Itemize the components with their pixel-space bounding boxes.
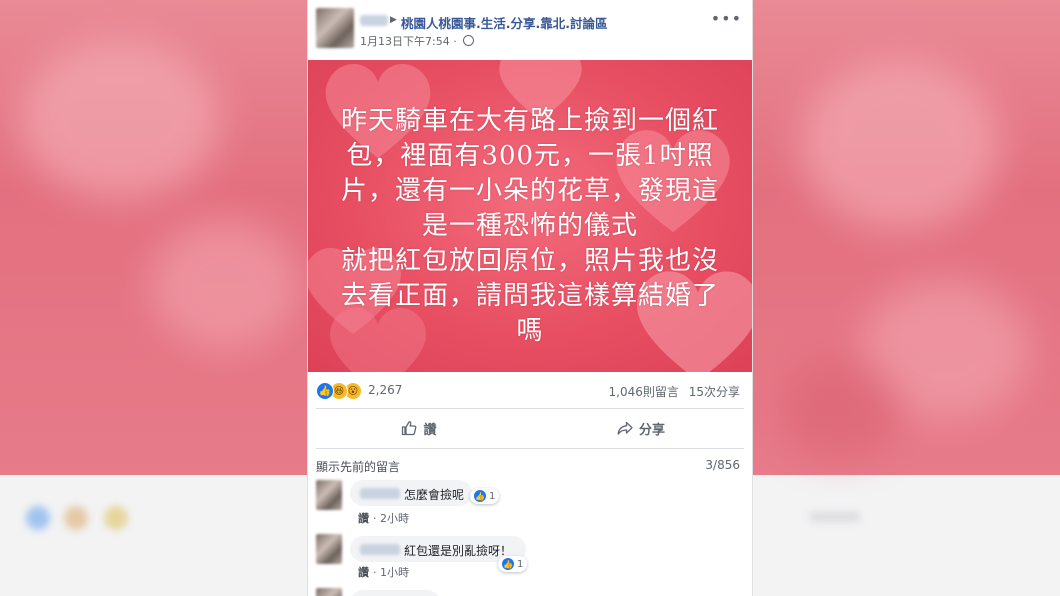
author-name-blurred[interactable] xyxy=(360,15,388,26)
blurred-reaction-icon xyxy=(26,506,50,530)
caret-right-icon: ▶ xyxy=(390,15,397,25)
post-header: ▶ 桃園人桃園事.生活.分享.靠北.討論區 1月13日下午7:54 · ••• xyxy=(308,0,752,56)
like-button[interactable]: 讚 xyxy=(308,410,530,446)
action-bar: 讚 分享 xyxy=(308,410,752,446)
like-reaction-icon[interactable]: 👍 xyxy=(316,382,334,400)
comment-reaction-badge[interactable]: 👍 1 xyxy=(498,556,528,572)
blurred-reaction-icon xyxy=(104,506,128,530)
commenter-avatar[interactable] xyxy=(316,534,342,564)
reactions-row: 👍 😆 😮 2,267 1,046則留言 15次分享 xyxy=(308,378,752,406)
show-previous-comments-link[interactable]: 顯示先前的留言 xyxy=(316,458,400,475)
comment-reaction-count: 1 xyxy=(517,558,524,570)
like-reaction-icon: 👍 xyxy=(474,490,486,502)
comment-item: 怎麼會撿呢 👍 1 讚 · 2小時 xyxy=(308,478,752,528)
comments-count[interactable]: 1,046則留言 xyxy=(609,385,679,399)
share-button-label: 分享 xyxy=(638,422,665,438)
commenter-name-blurred[interactable] xyxy=(360,488,400,499)
comment-item: 紅包還是別亂撿呀！ 👍 1 讚 · 1小時 xyxy=(308,532,752,582)
reactions-count[interactable]: 2,267 xyxy=(368,383,402,397)
comment-reaction-badge[interactable]: 👍 1 xyxy=(470,488,500,504)
comment-bubble: 怎麼會撿呢 xyxy=(350,480,472,506)
comment-like-link[interactable]: 讚 xyxy=(358,566,369,579)
comment-meta: 讚 · 2小時 xyxy=(358,512,409,525)
commenter-avatar[interactable] xyxy=(316,588,342,596)
group-name-link[interactable]: 桃園人桃園事.生活.分享.靠北.討論區 xyxy=(401,13,608,32)
like-reaction-icon: 👍 xyxy=(502,558,514,570)
comment-time[interactable]: 2小時 xyxy=(380,512,409,525)
comment-time[interactable]: 1小時 xyxy=(380,566,409,579)
comment-text: 紅包還是別亂撿呀！ xyxy=(404,544,513,558)
comment-like-link[interactable]: 讚 xyxy=(358,512,369,525)
comment-meta: 讚 · 1小時 xyxy=(358,566,409,579)
commenter-avatar[interactable] xyxy=(316,480,342,510)
divider xyxy=(316,408,744,409)
divider xyxy=(316,448,744,449)
comment-reaction-count: 1 xyxy=(489,490,496,502)
post-image-text: 昨天騎車在大有路上撿到一個紅 包，裡面有300元，一張1吋照 片，還有一小朵的花… xyxy=(340,106,719,346)
blurred-text xyxy=(810,512,860,522)
author-avatar[interactable] xyxy=(316,8,354,48)
comments-counter: 3/856 xyxy=(705,458,740,472)
blurred-heart-shape xyxy=(780,360,900,460)
more-options-icon[interactable]: ••• xyxy=(711,9,742,28)
blurred-heart-shape xyxy=(800,60,1000,230)
blurred-heart-shape xyxy=(150,220,300,350)
post-image[interactable]: 昨天騎車在大有路上撿到一個紅 包，裡面有300元，一張1吋照 片，還有一小朵的花… xyxy=(308,60,752,372)
comments-shares-summary: 1,046則留言 15次分享 xyxy=(609,383,740,400)
commenter-name-blurred[interactable] xyxy=(360,544,400,555)
post-timestamp[interactable]: 1月13日下午7:54 xyxy=(360,35,450,48)
separator-dot: · xyxy=(453,35,457,48)
shares-count[interactable]: 15次分享 xyxy=(689,385,740,399)
comment-bubble xyxy=(350,590,440,596)
post-meta: 1月13日下午7:54 · xyxy=(360,33,475,49)
share-button[interactable]: 分享 xyxy=(530,410,752,446)
blurred-heart-shape xyxy=(20,40,220,200)
comment-item-partial xyxy=(308,586,752,596)
thumbs-up-icon xyxy=(402,421,417,436)
post-card: ▶ 桃園人桃園事.生活.分享.靠北.討論區 1月13日下午7:54 · ••• … xyxy=(307,0,753,596)
like-button-label: 讚 xyxy=(423,422,437,438)
blurred-reaction-icon xyxy=(64,506,88,530)
globe-icon xyxy=(463,35,475,46)
share-arrow-icon xyxy=(617,421,633,435)
comment-text: 怎麼會撿呢 xyxy=(404,488,465,502)
